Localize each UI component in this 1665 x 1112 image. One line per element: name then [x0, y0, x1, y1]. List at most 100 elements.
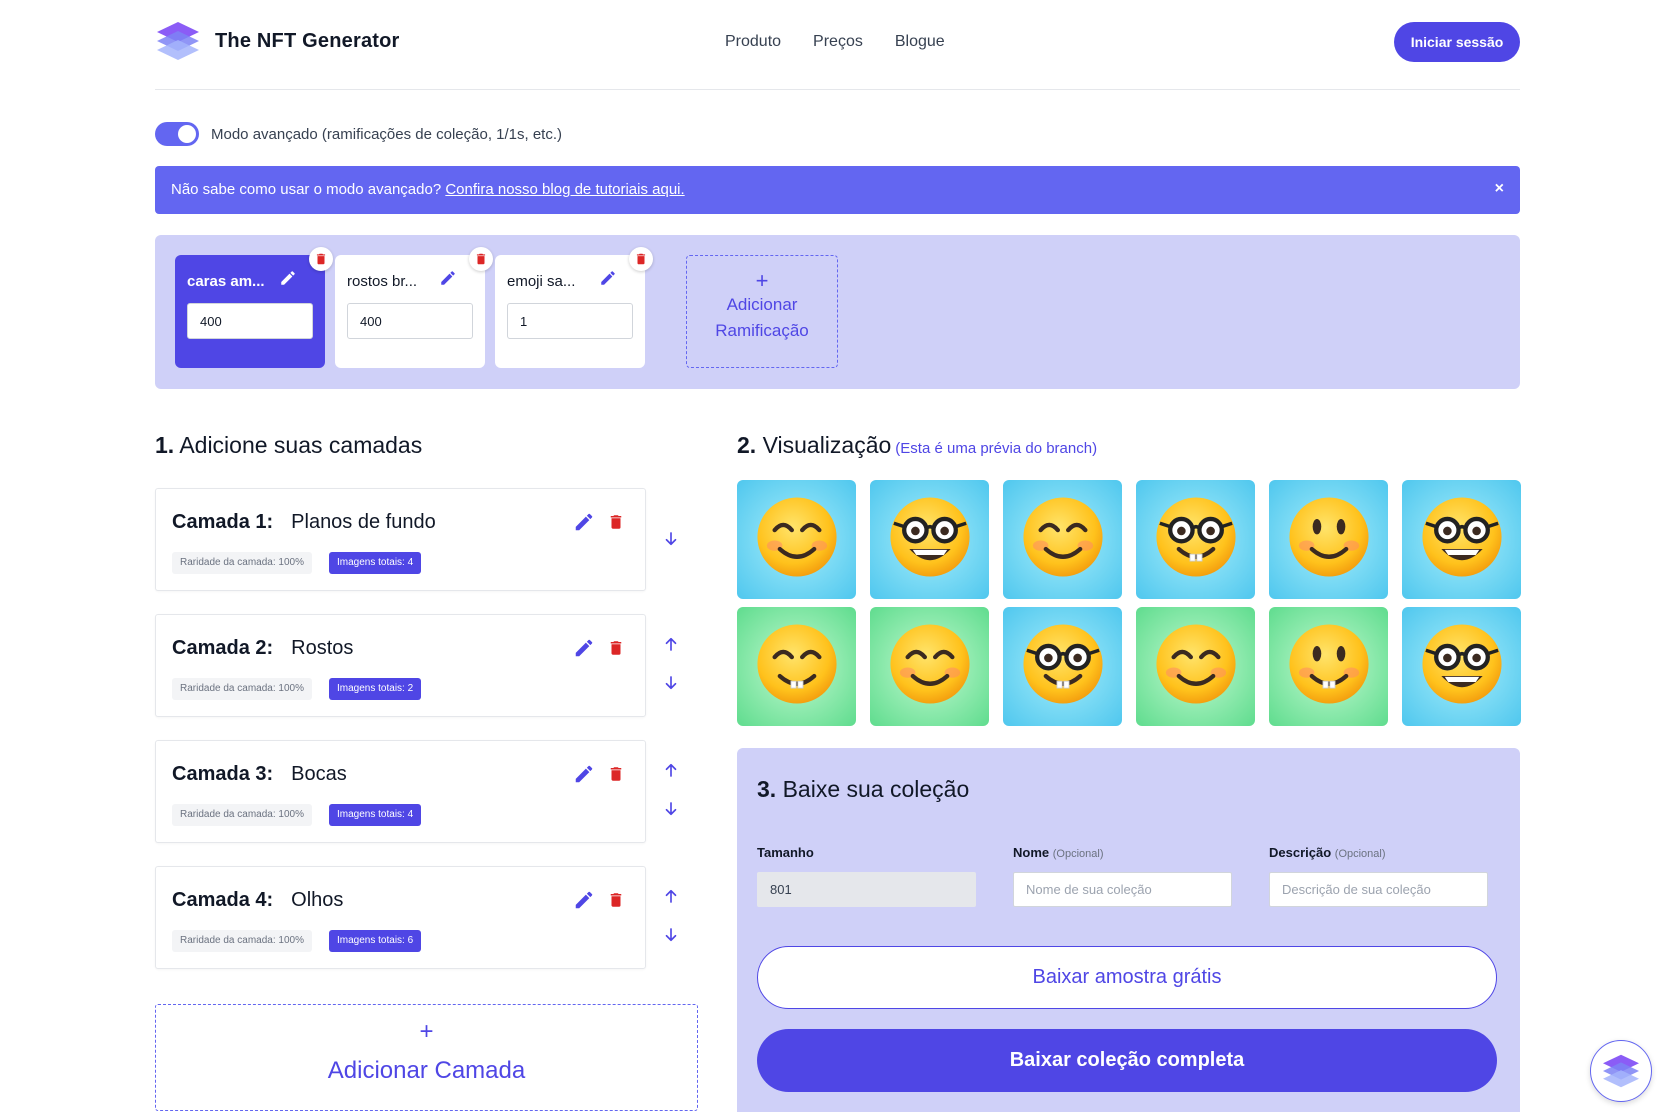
download-panel: 3. Baixe sua coleção Tamanho Nome (Opcio… — [737, 748, 1520, 1112]
section-title-text: Adicione suas camadas — [179, 432, 423, 458]
emoji-face-icon — [754, 621, 840, 712]
download-full-collection-button[interactable]: Baixar coleção completa — [757, 1029, 1497, 1092]
size-label: Tamanho — [757, 845, 814, 860]
layer-title: Camada 1: Planos de fundo — [172, 511, 436, 534]
preview-tile — [737, 480, 856, 599]
delete-branch-button[interactable] — [469, 247, 493, 271]
layer-title: Camada 4: Olhos — [172, 889, 343, 912]
layer-name: Olhos — [291, 889, 344, 911]
branch-card[interactable]: emoji sa... — [495, 247, 653, 368]
rarity-badge: Raridade da camada: 100% — [172, 678, 312, 700]
pencil-icon[interactable] — [439, 269, 457, 287]
move-up-arrow-icon[interactable] — [662, 761, 680, 779]
section-layers-title: 1. Adicione suas camadas — [155, 432, 422, 459]
description-label: Descrição (Opcional) — [1269, 845, 1386, 860]
layer-card[interactable]: Camada 1: Planos de fundo Raridade da cam… — [155, 488, 646, 591]
layers-logo-icon — [1603, 1054, 1639, 1088]
branch-card[interactable]: caras am... — [175, 247, 333, 368]
pencil-icon[interactable] — [599, 269, 617, 287]
trash-icon — [314, 252, 328, 266]
move-down-arrow-icon[interactable] — [662, 926, 680, 944]
layer-label: Camada 4: — [172, 889, 274, 911]
delete-layer-trash-icon[interactable] — [607, 763, 625, 785]
add-branch-label-2: Ramificação — [715, 321, 809, 340]
login-button[interactable]: Iniciar sessão — [1394, 22, 1520, 62]
preview-tile — [1136, 480, 1255, 599]
banner-blog-link[interactable]: Confira nosso blog de tutoriais aqui. — [445, 181, 684, 198]
emoji-face-icon — [1020, 494, 1106, 585]
delete-layer-trash-icon[interactable] — [607, 511, 625, 533]
nav-link-produto[interactable]: Produto — [725, 33, 781, 51]
emoji-face-icon — [887, 494, 973, 585]
move-up-arrow-icon[interactable] — [662, 635, 680, 653]
trash-icon — [474, 252, 488, 266]
section-title-text: Visualização — [762, 432, 892, 458]
emoji-face-icon — [1286, 621, 1372, 712]
brand-name[interactable]: The NFT Generator — [215, 30, 400, 53]
collection-name-input[interactable] — [1013, 872, 1232, 907]
floating-help-button[interactable] — [1590, 1040, 1652, 1102]
delete-branch-button[interactable] — [309, 247, 333, 271]
plus-icon: + — [419, 1018, 434, 1045]
preview-tile — [737, 607, 856, 726]
description-label-text: Descrição — [1269, 845, 1332, 860]
emoji-face-icon — [754, 494, 840, 585]
emoji-face-icon — [887, 621, 973, 712]
layer-label: Camada 2: — [172, 637, 274, 659]
branch-name: caras am... — [187, 273, 265, 290]
rarity-badge: Raridade da camada: 100% — [172, 930, 312, 952]
emoji-face-icon — [1153, 494, 1239, 585]
preview-tile — [1402, 607, 1521, 726]
emoji-face-icon — [1286, 494, 1372, 585]
section-preview-title: 2. Visualização (Esta é uma prévia do bra… — [737, 432, 1097, 459]
edit-layer-pencil-icon[interactable] — [573, 763, 595, 785]
nav-link-precos[interactable]: Preços — [813, 33, 863, 51]
nav-link-blogue[interactable]: Blogue — [895, 33, 945, 51]
move-down-arrow-icon[interactable] — [662, 800, 680, 818]
layer-card[interactable]: Camada 4: Olhos Raridade da camada: 100% … — [155, 866, 646, 969]
layer-name: Rostos — [291, 637, 354, 659]
section-number: 2. — [737, 432, 757, 458]
layer-title: Camada 2: Rostos — [172, 637, 353, 660]
collection-description-input[interactable] — [1269, 872, 1488, 907]
layer-card[interactable]: Camada 2: Rostos Raridade da camada: 100%… — [155, 614, 646, 717]
delete-layer-trash-icon[interactable] — [607, 889, 625, 911]
advanced-mode-toggle[interactable] — [155, 122, 199, 146]
branch-count-input[interactable] — [187, 303, 313, 339]
layers-logo-icon[interactable] — [155, 20, 201, 62]
move-down-arrow-icon[interactable] — [662, 530, 680, 548]
download-sample-button[interactable]: Baixar amostra grátis — [757, 946, 1497, 1009]
toggle-knob — [178, 125, 196, 143]
delete-branch-button[interactable] — [629, 247, 653, 271]
move-down-arrow-icon[interactable] — [662, 674, 680, 692]
branch-count-input[interactable] — [507, 303, 633, 339]
main-nav: Produto Preços Blogue — [725, 33, 945, 51]
add-branch-button[interactable]: + Adicionar Ramificação — [686, 255, 838, 368]
move-up-arrow-icon[interactable] — [662, 887, 680, 905]
section-subtitle: (Esta é uma prévia do branch) — [895, 440, 1098, 457]
close-icon[interactable]: × — [1495, 180, 1504, 198]
preview-tile — [1003, 480, 1122, 599]
branch-count-input[interactable] — [347, 303, 473, 339]
advanced-mode-label: Modo avançado (ramificações de coleção, … — [211, 126, 563, 143]
layer-card[interactable]: Camada 3: Bocas Raridade da camada: 100% … — [155, 740, 646, 843]
delete-layer-trash-icon[interactable] — [607, 637, 625, 659]
total-images-badge: Imagens totais: 6 — [329, 930, 422, 952]
pencil-icon[interactable] — [279, 269, 297, 287]
edit-layer-pencil-icon[interactable] — [573, 889, 595, 911]
branch-card[interactable]: rostos br... — [335, 247, 493, 368]
add-layer-button[interactable]: + Adicionar Camada — [155, 1004, 698, 1111]
add-branch-label-1: Adicionar — [726, 295, 798, 314]
preview-tile — [870, 480, 989, 599]
info-banner: Não sabe como usar o modo avançado? Conf… — [155, 166, 1520, 214]
layer-label: Camada 3: — [172, 763, 274, 785]
edit-layer-pencil-icon[interactable] — [573, 511, 595, 533]
preview-tile — [1136, 607, 1255, 726]
branches-panel: caras am... rostos br... emoji sa... + A… — [155, 235, 1520, 389]
preview-tile — [1269, 480, 1388, 599]
preview-tile — [1003, 607, 1122, 726]
edit-layer-pencil-icon[interactable] — [573, 637, 595, 659]
preview-tile — [1402, 480, 1521, 599]
preview-tile — [1269, 607, 1388, 726]
optional-tag: (Opcional) — [1334, 848, 1386, 860]
